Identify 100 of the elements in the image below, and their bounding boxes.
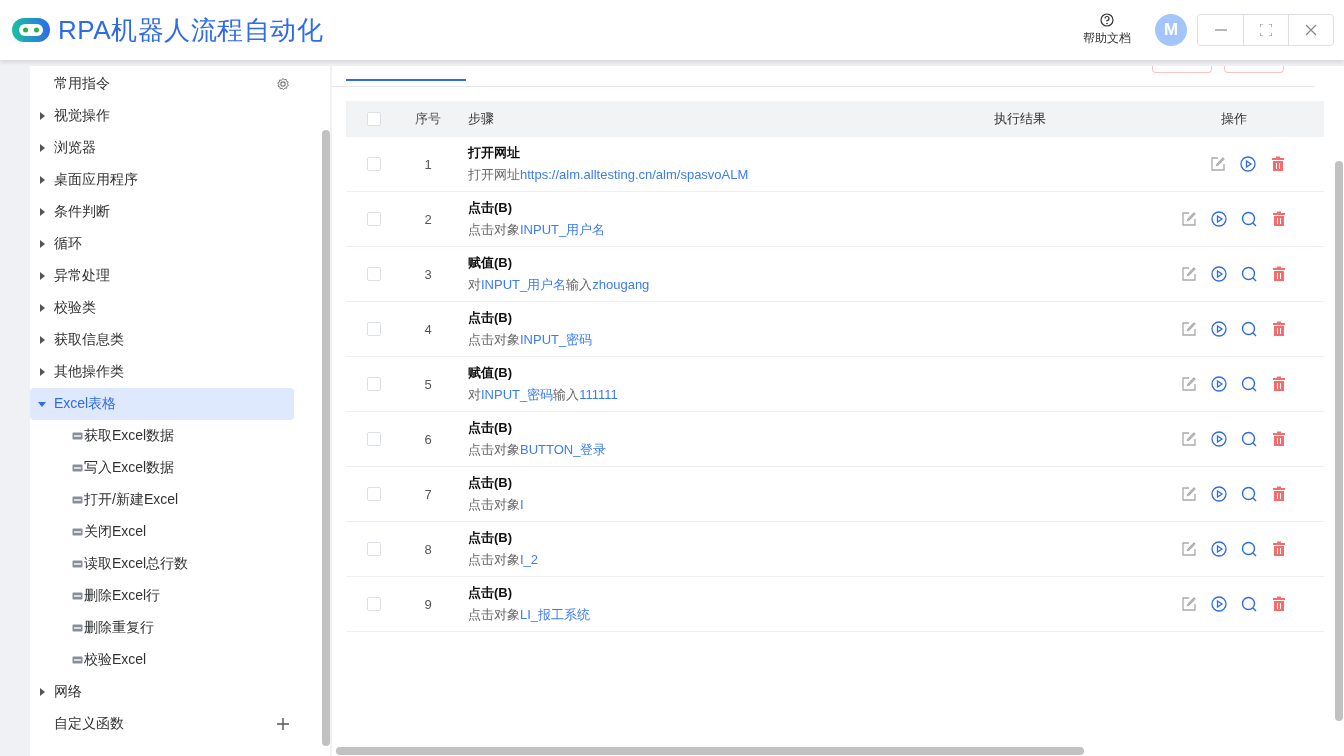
column-header: 序号 [414, 110, 442, 128]
scrollbar-thumb[interactable] [322, 130, 330, 746]
tree-leaf-item[interactable]: 删除重复行 [84, 619, 154, 637]
search-icon[interactable] [1241, 376, 1257, 392]
tree-leaf-item[interactable]: 写入Excel数据 [84, 459, 175, 477]
tree-item[interactable]: 获取信息类 [30, 324, 294, 356]
command-icon [72, 528, 83, 536]
edit-icon[interactable] [1210, 156, 1226, 172]
select-all-checkbox[interactable] [367, 112, 381, 126]
search-icon[interactable] [1241, 596, 1257, 612]
row-index: 9 [423, 596, 433, 612]
delete-icon[interactable] [1271, 486, 1287, 502]
search-icon[interactable] [1241, 266, 1257, 282]
row-checkbox[interactable] [367, 267, 381, 281]
command-icon [72, 496, 83, 504]
help-button[interactable]: 帮助文档 [1083, 13, 1131, 47]
close-button[interactable] [1288, 15, 1333, 45]
row-index: 1 [423, 156, 433, 172]
row-index: 7 [423, 486, 433, 502]
play-icon[interactable] [1211, 266, 1227, 282]
scrollbar-thumb[interactable] [336, 747, 1084, 755]
tree-item[interactable]: 常用指令 [54, 75, 276, 93]
scrollbar-thumb[interactable] [1335, 161, 1343, 721]
close-icon [1305, 24, 1317, 36]
column-header: 步骤 [468, 111, 494, 126]
search-icon[interactable] [1241, 321, 1257, 337]
row-checkbox[interactable] [367, 432, 381, 446]
edit-icon[interactable] [1181, 486, 1197, 502]
play-icon[interactable] [1211, 376, 1227, 392]
delete-icon[interactable] [1271, 211, 1287, 227]
search-icon[interactable] [1241, 541, 1257, 557]
command-icon [72, 624, 83, 632]
tree-item[interactable]: 网络 [30, 676, 294, 708]
toolbar-button[interactable] [1224, 66, 1284, 73]
tree-leaf-item[interactable]: 打开/新建Excel [84, 491, 179, 509]
edit-icon[interactable] [1181, 211, 1197, 227]
play-icon[interactable] [1211, 211, 1227, 227]
delete-icon[interactable] [1271, 321, 1287, 337]
tree-item[interactable]: 条件判断 [30, 196, 294, 228]
row-checkbox[interactable] [367, 322, 381, 336]
delete-icon[interactable] [1271, 596, 1287, 612]
step-title: 赋值(B) [468, 254, 514, 272]
row-checkbox[interactable] [367, 377, 381, 391]
robot-logo-icon [10, 16, 52, 44]
row-index: 4 [423, 321, 433, 337]
tree-item[interactable]: 异常处理 [30, 260, 294, 292]
edit-icon[interactable] [1181, 541, 1197, 557]
tree-item[interactable]: 桌面应用程序 [30, 164, 294, 196]
delete-icon[interactable] [1271, 541, 1287, 557]
tree-item[interactable]: 自定义函数 [54, 715, 276, 733]
add-icon[interactable] [276, 717, 290, 731]
row-index: 6 [423, 431, 433, 447]
tree-item[interactable]: 浏览器 [30, 132, 294, 164]
play-icon[interactable] [1240, 156, 1256, 172]
help-icon [1100, 13, 1114, 27]
row-checkbox[interactable] [367, 542, 381, 556]
step-title: 点击(B) [468, 199, 514, 217]
row-checkbox[interactable] [367, 212, 381, 226]
step-description: 点击对象I_2 [468, 551, 540, 569]
step-description: 打开网址https://alm.alltesting.cn/alm/spasvoALM [468, 166, 750, 184]
delete-icon[interactable] [1271, 431, 1287, 447]
edit-icon[interactable] [1181, 431, 1197, 447]
step-description: 对INPUT_密码输入111111 [468, 386, 619, 404]
step-description: 点击对象INPUT_用户名 [468, 221, 607, 239]
command-icon [72, 560, 83, 568]
tree-item[interactable]: 视觉操作 [30, 100, 294, 132]
play-icon[interactable] [1211, 541, 1227, 557]
edit-icon[interactable] [1181, 321, 1197, 337]
row-index: 5 [423, 376, 433, 392]
row-checkbox[interactable] [367, 597, 381, 611]
tree-leaf-item[interactable]: 校验Excel [84, 651, 147, 669]
edit-icon[interactable] [1181, 596, 1197, 612]
tree-item[interactable]: Excel表格 [30, 388, 294, 420]
command-icon [72, 656, 83, 664]
tree-leaf-item[interactable]: 关闭Excel [84, 523, 147, 541]
tree-item[interactable]: 其他操作类 [30, 356, 294, 388]
play-icon[interactable] [1211, 321, 1227, 337]
settings-icon[interactable] [276, 77, 290, 91]
delete-icon[interactable] [1270, 156, 1286, 172]
delete-icon[interactable] [1271, 376, 1287, 392]
tree-item[interactable]: 循环 [30, 228, 294, 260]
tree-leaf-item[interactable]: 读取Excel总行数 [84, 555, 189, 573]
search-icon[interactable] [1241, 486, 1257, 502]
row-checkbox[interactable] [367, 157, 381, 171]
play-icon[interactable] [1211, 431, 1227, 447]
row-checkbox[interactable] [367, 487, 381, 501]
tree-leaf-item[interactable]: 删除Excel行 [84, 587, 161, 605]
delete-icon[interactable] [1271, 266, 1287, 282]
search-icon[interactable] [1241, 211, 1257, 227]
toolbar-button[interactable] [1152, 66, 1212, 73]
play-icon[interactable] [1211, 486, 1227, 502]
search-icon[interactable] [1241, 431, 1257, 447]
column-header: 执行结果 [994, 111, 1046, 126]
step-description: 点击对象LI_报工系统 [468, 606, 592, 624]
tree-leaf-item[interactable]: 获取Excel数据 [84, 427, 175, 445]
app-title: RPA机器人流程自动化 [58, 13, 324, 47]
tree-item[interactable]: 校验类 [30, 292, 294, 324]
play-icon[interactable] [1211, 596, 1227, 612]
edit-icon[interactable] [1181, 376, 1197, 392]
edit-icon[interactable] [1181, 266, 1197, 282]
